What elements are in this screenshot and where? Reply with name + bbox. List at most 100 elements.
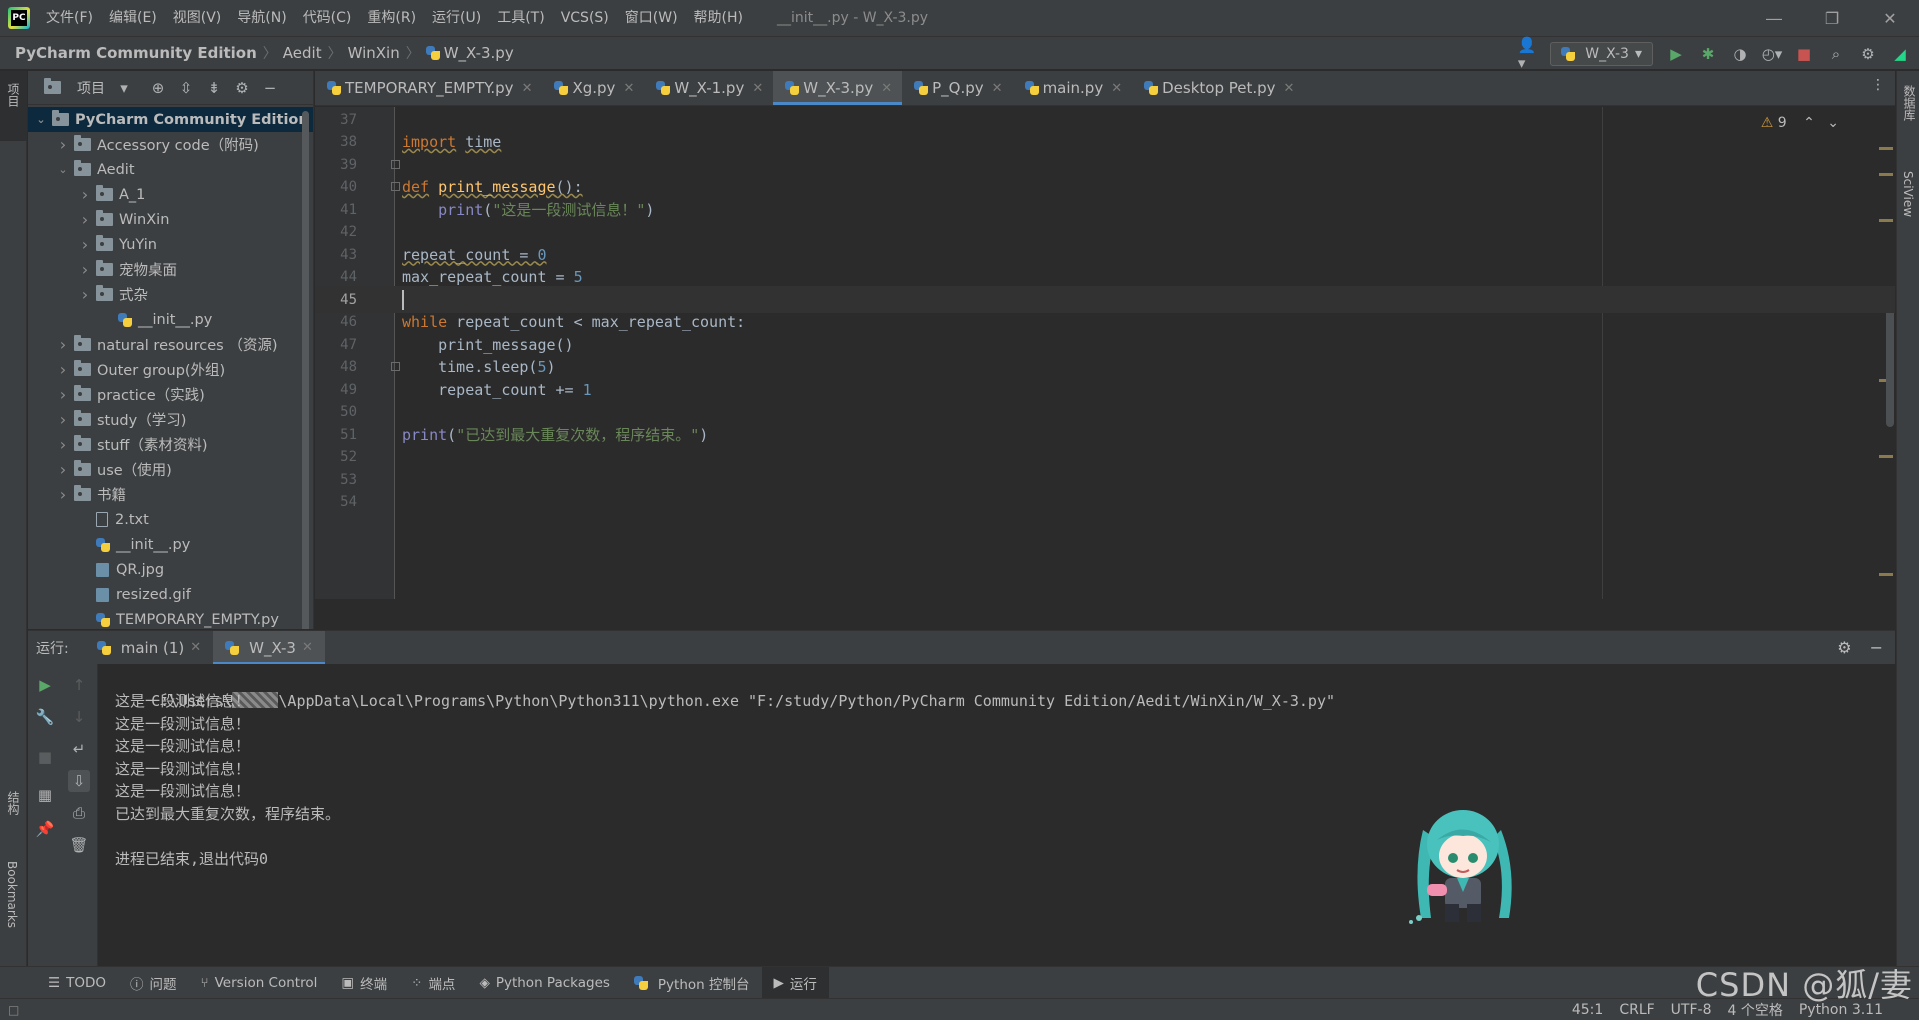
close-tab-icon[interactable]: ✕ <box>623 81 634 96</box>
database-stripe-button[interactable]: 数据库 <box>1901 85 1918 121</box>
chevron-right-icon[interactable]: › <box>78 210 92 229</box>
chevron-right-icon[interactable]: › <box>56 360 70 379</box>
hide-panel-icon[interactable]: − <box>1870 638 1883 657</box>
coverage-icon[interactable]: ◑ <box>1731 45 1749 63</box>
problems-tool-button[interactable]: ⓘ 问题 <box>118 967 189 999</box>
tree-item[interactable]: › study（学习) <box>28 407 313 432</box>
menu-window[interactable]: 窗口(W) <box>617 0 686 36</box>
search-icon[interactable]: ⌕ <box>1827 45 1845 63</box>
menu-file[interactable]: 文件(F) <box>38 0 101 36</box>
run-console[interactable]: C:\Users\ \AppData\Local\Programs\Python\… <box>99 664 1895 966</box>
tree-item[interactable]: resized.gif <box>28 582 313 607</box>
run-config-selector[interactable]: W_X-3 ▾ <box>1550 42 1653 66</box>
tree-item[interactable]: › use（使用) <box>28 457 313 482</box>
structure-stripe-button[interactable]: 结构 <box>5 791 22 815</box>
tree-item[interactable]: ⌄ PyCharm Community Edition <box>28 107 313 132</box>
close-tab-icon[interactable]: ✕ <box>190 640 201 655</box>
chevron-right-icon[interactable]: › <box>78 185 92 204</box>
chevron-right-icon[interactable]: › <box>78 235 92 254</box>
tree-item[interactable]: › practice（实践) <box>28 382 313 407</box>
menu-code[interactable]: 代码(C) <box>295 0 360 36</box>
tree-item[interactable]: › A_1 <box>28 182 313 207</box>
jetbrains-toolbox-icon[interactable]: ◢ <box>1891 45 1909 63</box>
chevron-right-icon[interactable]: › <box>56 410 70 429</box>
line-separator[interactable]: CRLF <box>1619 1002 1654 1018</box>
chevron-right-icon[interactable]: › <box>56 335 70 354</box>
arrow-down-icon[interactable]: ↓ <box>68 706 90 728</box>
menu-view[interactable]: 视图(V) <box>165 0 230 36</box>
chevron-right-icon[interactable]: › <box>56 460 70 479</box>
chevron-down-icon[interactable]: ⌄ <box>34 113 48 126</box>
editor-tab[interactable]: TEMPORARY_EMPTY.py ✕ <box>315 71 542 105</box>
code-editor[interactable]: ⚠ 9 ⌃ ⌄ 37 38 import time 39 40 def print_mes… <box>315 107 1895 599</box>
python-console-tool-button[interactable]: Python 控制台 <box>622 967 762 999</box>
close-tab-icon[interactable]: ✕ <box>522 81 533 96</box>
tree-item[interactable]: QR.jpg <box>28 557 313 582</box>
tree-item[interactable]: __init__.py <box>28 532 313 557</box>
editor-tab[interactable]: Xg.py ✕ <box>542 71 644 105</box>
bookmarks-stripe-button[interactable]: Bookmarks <box>5 861 19 928</box>
menu-vcs[interactable]: VCS(S) <box>553 0 617 36</box>
run-tab-w-x-3[interactable]: W_X-3 ✕ <box>213 630 325 665</box>
chevron-down-icon[interactable]: ⌄ <box>56 163 70 176</box>
chevron-right-icon[interactable]: › <box>56 435 70 454</box>
tree-item[interactable]: › Accessory code（附码) <box>28 132 313 157</box>
project-stripe-button[interactable]: 项目 <box>0 71 27 141</box>
editor-tab[interactable]: P_Q.py ✕ <box>902 71 1012 105</box>
restore-icon[interactable]: ❐ <box>1803 0 1861 36</box>
run-tool-button[interactable]: ▶ 运行 <box>761 966 829 999</box>
menu-help[interactable]: 帮助(H) <box>686 0 751 36</box>
caret-position[interactable]: 45:1 <box>1572 1002 1603 1018</box>
stop-icon[interactable]: ■ <box>1795 45 1813 63</box>
toggle-tool-windows-icon[interactable]: □ <box>8 1003 19 1017</box>
menu-run[interactable]: 运行(U) <box>424 0 489 36</box>
close-tab-icon[interactable]: ✕ <box>752 81 763 96</box>
editor-tab[interactable]: W_X-3.py ✕ <box>773 71 903 105</box>
tree-item[interactable]: __init__.py <box>28 307 313 332</box>
tree-item[interactable]: › 书籍 <box>28 482 313 507</box>
tree-item[interactable]: 2.txt <box>28 507 313 532</box>
stop-icon[interactable]: ■ <box>34 746 56 768</box>
tree-item[interactable]: › 宠物桌面 <box>28 257 313 282</box>
settings-gear-icon[interactable]: ⚙ <box>1859 45 1877 63</box>
user-icon[interactable]: 👤▾ <box>1518 36 1537 72</box>
endpoints-tool-button[interactable]: ⁘ 端点 <box>399 967 467 999</box>
desktop-pet-mascot[interactable] <box>1405 800 1525 930</box>
breadcrumb-item[interactable]: WinXin <box>348 44 400 62</box>
chevron-right-icon[interactable]: › <box>56 385 70 404</box>
chevron-right-icon[interactable]: › <box>56 485 70 504</box>
chevron-right-icon[interactable]: › <box>78 285 92 304</box>
arrow-up-icon[interactable]: ↑ <box>68 674 90 696</box>
menu-refactor[interactable]: 重构(R) <box>359 0 424 36</box>
trash-icon[interactable]: 🗑 <box>68 834 90 856</box>
editor-tab[interactable]: W_X-1.py ✕ <box>644 71 773 105</box>
tree-item[interactable]: › Outer group(外组) <box>28 357 313 382</box>
breadcrumb-item[interactable]: Aedit <box>283 44 322 62</box>
locate-file-icon[interactable]: ⊕ <box>149 79 167 97</box>
python-packages-tool-button[interactable]: ◈ Python Packages <box>467 967 621 999</box>
profile-icon[interactable]: ◴▾ <box>1762 45 1783 63</box>
close-tab-icon[interactable]: ✕ <box>881 81 892 96</box>
soft-wrap-icon[interactable]: ↵ <box>68 738 90 760</box>
version-control-tool-button[interactable]: ⑂ Version Control <box>189 967 330 999</box>
chevron-right-icon[interactable]: › <box>56 135 70 154</box>
todo-tool-button[interactable]: ☰ TODO <box>36 967 118 999</box>
pin-icon[interactable]: 📌 <box>34 818 56 840</box>
error-stripe-marker[interactable] <box>1879 573 1893 576</box>
code-line[interactable]: 54 <box>315 489 1895 516</box>
tree-item[interactable]: ⌄ Aedit <box>28 157 313 182</box>
layout-icon[interactable]: ▦ <box>34 784 56 806</box>
editor-tab[interactable]: Desktop Pet.py ✕ <box>1132 71 1304 105</box>
tree-item[interactable]: TEMPORARY_EMPTY.py <box>28 607 313 629</box>
breadcrumb-item[interactable]: PyCharm Community Edition <box>15 44 257 62</box>
run-tab-main[interactable]: main (1) ✕ <box>85 631 213 665</box>
close-tab-icon[interactable]: ✕ <box>1111 81 1122 96</box>
close-tab-icon[interactable]: ✕ <box>992 81 1003 96</box>
settings-gear-icon[interactable]: ⚙ <box>1837 638 1851 657</box>
rerun-icon[interactable]: ▶ <box>34 674 56 696</box>
print-icon[interactable]: ⎙ <box>68 802 90 824</box>
menu-tools[interactable]: 工具(T) <box>489 0 552 36</box>
menu-edit[interactable]: 编辑(E) <box>101 0 165 36</box>
close-icon[interactable]: ✕ <box>1861 0 1919 36</box>
tree-item[interactable]: › 式杂 <box>28 282 313 307</box>
